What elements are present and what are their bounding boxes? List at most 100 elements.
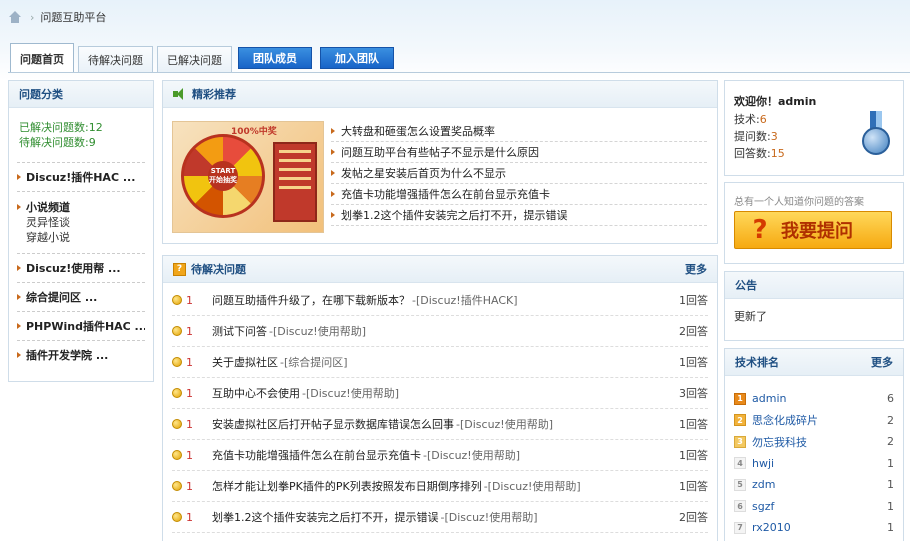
question-title-link[interactable]: 划拳1.2这个插件安装完之后打不开，提示错误 (212, 509, 439, 525)
question-mark-icon: ? (752, 215, 768, 245)
rank-user-link[interactable]: admin (752, 392, 786, 405)
category-link[interactable]: Discuz!使用帮 ... (17, 260, 145, 276)
category-link[interactable]: PHPWind插件HAC ... (17, 318, 145, 334)
question-title-link[interactable]: 安装虚拟社区后打开帖子显示数据库错误怎么回事 (212, 416, 454, 432)
question-reward: 1 (186, 448, 193, 462)
rank-badge: 2 (734, 414, 746, 427)
featured-item-text: 发帖之星安装后首页为什么不显示 (341, 167, 506, 180)
question-title-link[interactable]: 充值卡功能增强插件怎么在前台显示充值卡 (212, 447, 421, 463)
question-title-link[interactable]: 问题互助插件升级了，在哪下载新版本？ (212, 292, 410, 308)
subcategory-link[interactable]: 灵异怪谈 (17, 215, 145, 230)
lottery-promo-image[interactable]: 100%中奖 START 开始抽奖 (172, 121, 324, 233)
join-team-button[interactable]: 加入团队 (320, 47, 394, 69)
notice-panel: 公告 更新了 (724, 271, 904, 341)
question-category-link[interactable]: -[Discuz!使用帮助] (423, 447, 520, 463)
user-questions-stat: 提问数:3 (734, 128, 778, 144)
category-name: Discuz!插件HAC ... (26, 171, 136, 184)
bullet-icon (331, 212, 335, 218)
ranking-more-link[interactable]: 更多 (871, 354, 893, 370)
rank-user-link[interactable]: zdm (752, 478, 775, 491)
rank-badge: 1 (734, 392, 746, 405)
pending-count: 待解决问题数:9 (19, 136, 96, 149)
coin-icon (172, 295, 182, 305)
rank-badge: 7 (734, 521, 746, 534)
featured-item[interactable]: 充值卡功能增强插件怎么在前台显示充值卡 (331, 184, 707, 205)
welcome-text: 欢迎你！admin (734, 95, 817, 108)
rank-user-link[interactable]: 勿忘我科技 (752, 434, 807, 450)
wheel-center: START 开始抽奖 (208, 161, 238, 191)
category-name: 综合提问区 ... (26, 291, 98, 304)
subcategory-link[interactable]: 穿越小说 (17, 230, 145, 245)
question-category-link[interactable]: -[Discuz!使用帮助] (441, 509, 538, 525)
question-answer-count: 2回答 (679, 511, 708, 524)
question-category-link[interactable]: -[Discuz!使用帮助] (484, 478, 581, 494)
user-answers-label: 回答数: (734, 147, 771, 160)
rank-user-link[interactable]: hwji (752, 457, 774, 470)
tab-home[interactable]: 问题首页 (10, 43, 74, 73)
question-reward: 1 (186, 324, 193, 338)
category-item: 插件开发学院 ... (17, 340, 145, 369)
question-title-link[interactable]: 关于虚拟社区 (212, 354, 278, 370)
coin-icon (172, 419, 182, 429)
question-category-link[interactable]: -[Discuz!使用帮助] (456, 416, 553, 432)
question-answer-count: 2回答 (679, 325, 708, 338)
tab-pending[interactable]: 待解决问题 (78, 46, 153, 73)
prize-card-line (279, 159, 311, 162)
rank-score: 2 (887, 435, 894, 449)
question-row: 1 关于虚拟社区 -[综合提问区] 1回答 (172, 347, 708, 378)
category-link[interactable]: 综合提问区 ... (17, 289, 145, 305)
notice-text[interactable]: 更新了 (725, 299, 903, 333)
pending-questions-panel: ? 待解决问题 更多 1 问题互助插件升级了，在哪下载新版本？ -[Discuz!插… (162, 255, 718, 541)
question-row: 1 互助中心不会使用 -[Discuz!使用帮助] 3回答 (172, 378, 708, 409)
user-answers-value: 15 (770, 147, 785, 160)
question-category-link[interactable]: -[综合提问区] (280, 354, 348, 370)
question-category-link[interactable]: -[Discuz!使用帮助] (302, 385, 399, 401)
category-name: 插件开发学院 ... (26, 349, 109, 362)
medal-icon (861, 111, 891, 161)
user-questions-value: 3 (770, 130, 778, 143)
rank-score: 1 (887, 499, 894, 513)
pending-more-link[interactable]: 更多 (685, 261, 707, 277)
featured-item[interactable]: 大转盘和砸蛋怎么设置奖品概率 (331, 121, 707, 142)
question-title-link[interactable]: 测试下问答 (212, 323, 267, 339)
question-reward: 1 (186, 479, 193, 493)
ranking-row: 1 admin 6 (725, 388, 903, 410)
ranking-row: 3 勿忘我科技 2 (725, 431, 903, 453)
ranking-panel: 技术排名 更多 1 admin 6 2 思念化成碎片 2 3 勿忘我科技 2 4 hwji 1 5 zdm… (724, 348, 904, 541)
bullet-icon (17, 294, 21, 300)
rank-user-link[interactable]: rx2010 (752, 521, 791, 534)
speaker-icon (173, 88, 187, 100)
question-category-link[interactable]: -[Discuz!插件HACK] (412, 292, 518, 308)
bullet-icon (17, 323, 21, 329)
team-members-button[interactable]: 团队成员 (238, 47, 312, 69)
breadcrumb: › 问题互助平台 (8, 9, 106, 25)
featured-item[interactable]: 问题互助平台有些帖子不显示是什么原因 (331, 142, 707, 163)
medal-disc (862, 127, 890, 155)
category-panel: 问题分类 已解决问题数:12 待解决问题数:9 Discuz!插件HAC ...… (8, 80, 154, 382)
question-category-link[interactable]: -[Discuz!使用帮助] (269, 323, 366, 339)
category-link[interactable]: 插件开发学院 ... (17, 347, 145, 363)
ranking-row: 6 sgzf 1 (725, 496, 903, 518)
featured-item-text: 大转盘和砸蛋怎么设置奖品概率 (341, 125, 495, 138)
ask-question-button[interactable]: ? 我要提问 (734, 211, 892, 249)
category-link[interactable]: Discuz!插件HAC ... (17, 169, 145, 185)
tab-divider (8, 72, 910, 73)
rank-user-link[interactable]: sgzf (752, 500, 774, 513)
question-title-link[interactable]: 怎样才能让划拳PK插件的PK列表按照发布日期倒序排列 (212, 478, 482, 494)
featured-item-text: 划拳1.2这个插件安装完之后打不开，提示错误 (341, 209, 568, 222)
category-link[interactable]: 小说频道 (17, 199, 145, 215)
featured-item[interactable]: 划拳1.2这个插件安装完之后打不开，提示错误 (331, 205, 707, 226)
question-title-link[interactable]: 互助中心不会使用 (212, 385, 300, 401)
category-item: 综合提问区 ... (17, 282, 145, 311)
question-answer-count: 1回答 (679, 294, 708, 307)
question-mark-icon: ? (173, 262, 186, 276)
ask-hint: 总有一个人知道你问题的答案 (734, 197, 864, 208)
featured-item[interactable]: 发帖之星安装后首页为什么不显示 (331, 163, 707, 184)
category-name: Discuz!使用帮 ... (26, 262, 121, 275)
category-item: Discuz!使用帮 ... (17, 253, 145, 282)
rank-user-link[interactable]: 思念化成碎片 (752, 412, 818, 428)
home-icon[interactable] (8, 11, 22, 23)
tab-solved[interactable]: 已解决问题 (157, 46, 232, 73)
breadcrumb-separator: › (30, 10, 35, 24)
breadcrumb-current[interactable]: 问题互助平台 (40, 9, 106, 25)
